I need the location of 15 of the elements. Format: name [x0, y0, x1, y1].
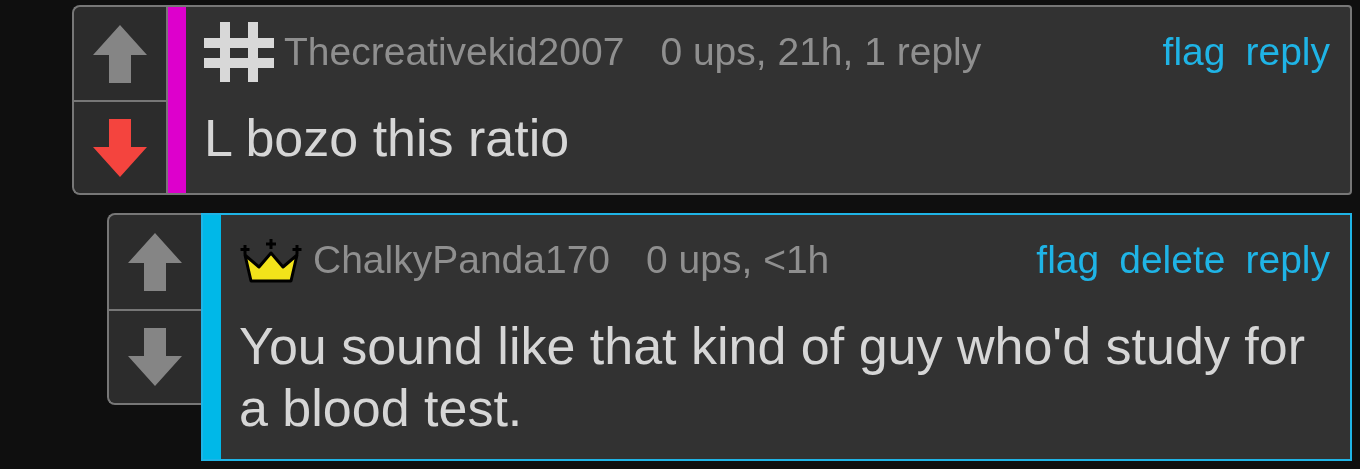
- comment-meta: 0 ups, <1h: [646, 238, 830, 282]
- action-link[interactable]: flag: [1162, 30, 1226, 74]
- downvote-button[interactable]: [74, 100, 166, 193]
- username[interactable]: Thecreativekid2007: [284, 30, 625, 74]
- comment-text: You sound like that kind of guy who'd study for a blood test.: [239, 316, 1307, 439]
- action-link[interactable]: delete: [1119, 238, 1226, 282]
- crown-icon: [239, 237, 303, 283]
- comment-meta: 0 ups, 21h, 1 reply: [660, 30, 982, 74]
- username[interactable]: ChalkyPanda170: [313, 238, 611, 282]
- hash-icon: [204, 22, 274, 82]
- action-link[interactable]: flag: [1036, 238, 1100, 282]
- downvote-button[interactable]: [109, 309, 201, 403]
- action-link[interactable]: reply: [1245, 30, 1330, 74]
- comment-text: L bozo this ratio: [204, 108, 571, 169]
- action-link[interactable]: reply: [1245, 238, 1330, 282]
